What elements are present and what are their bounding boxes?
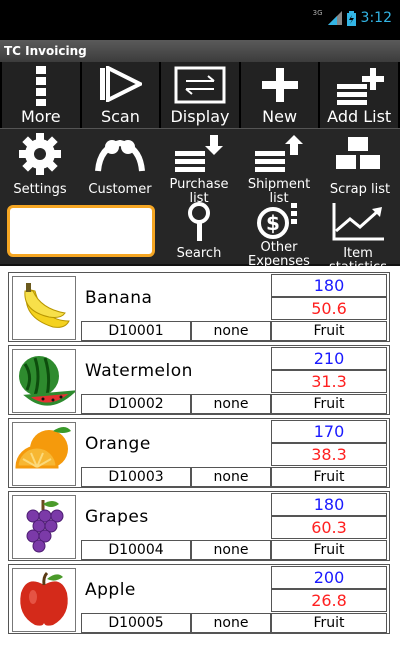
list-item[interactable]: Orange 170 38.3 D10003 none Fruit [8,418,390,488]
settings-label: Settings [13,182,67,197]
item-note: none [191,321,271,341]
item-code: D10002 [81,394,191,414]
item-code: D10003 [81,467,191,487]
item-category: Fruit [271,613,387,633]
app-title: TC Invoicing [0,40,400,62]
purchase-list-icon [175,135,223,172]
scrap-list-label: Scrap list [329,182,391,197]
item-name: Grapes [85,507,149,527]
item-price: 60.3 [271,516,387,539]
item-name: Watermelon [85,361,193,381]
scrap-list-button[interactable]: Scrap list [326,133,394,197]
item-note: none [191,467,271,487]
signal-icon [327,11,342,25]
purchase-list-button[interactable]: Purchase list [164,133,234,206]
item-statistics-button[interactable]: Item statistics [316,201,400,275]
item-category: Fruit [271,321,387,341]
item-quantity: 180 [271,274,387,297]
new-button[interactable]: New [240,62,319,128]
other-expenses-button[interactable]: $ Other Expenses [244,201,314,269]
more-icon [35,66,46,106]
list-item[interactable]: Apple 200 26.8 D10005 none Fruit [8,564,390,634]
item-price: 26.8 [271,589,387,612]
more-button[interactable]: More [2,62,80,128]
customer-icon [95,139,145,172]
banana-icon [12,276,76,340]
line-chart-icon [332,203,384,241]
scan-button[interactable]: Scan [81,62,160,128]
battery-icon [346,10,356,26]
shipment-list-button[interactable]: Shipment list [244,133,314,206]
item-price: 38.3 [271,443,387,466]
scrap-boxes-icon [336,137,380,169]
add-list-icon [337,68,385,105]
item-quantity: 180 [271,493,387,516]
svg-text:$: $ [266,211,280,235]
item-category: Fruit [271,467,387,487]
search-button[interactable]: Search [164,201,234,263]
search-label: Search [176,246,222,261]
list-item[interactable]: Banana 180 50.6 D10001 none Fruit [8,272,390,342]
function-panel: Settings Customer Purchase list Shipment… [0,128,400,275]
apple-icon [12,568,76,632]
item-name: Banana [85,288,153,308]
list-item[interactable]: Grapes 180 60.3 D10004 none Fruit [8,491,390,561]
item-code: D10005 [81,613,191,633]
search-input[interactable] [7,205,155,257]
item-price: 31.3 [271,370,387,393]
scan-label: Scan [100,107,140,126]
item-code: D10004 [81,540,191,560]
orange-icon [12,422,76,486]
plus-icon [261,68,298,102]
other-expenses-label: Other Expenses [248,240,310,269]
grapes-icon [12,495,76,559]
watermelon-icon [12,349,78,413]
display-button[interactable]: Display [161,62,239,128]
item-list: Banana 180 50.6 D10001 none Fruit Waterm… [8,272,390,637]
network-type: 3G [312,9,323,17]
clock: 3:12 [360,10,392,26]
display-swap-icon [174,66,226,104]
add-list-button[interactable]: Add List [320,62,398,128]
item-category: Fruit [271,540,387,560]
more-label: More [20,107,61,126]
item-name: Apple [85,580,136,600]
item-note: none [191,540,271,560]
list-item[interactable]: Watermelon 210 31.3 D10002 none Fruit [8,345,390,415]
customer-label: Customer [88,182,152,197]
item-code: D10001 [81,321,191,341]
display-label: Display [170,107,230,126]
settings-button[interactable]: Settings [8,133,72,197]
dollar-list-icon: $ [257,203,297,239]
item-category: Fruit [271,394,387,414]
item-quantity: 200 [271,566,387,589]
item-name: Orange [85,434,151,454]
item-quantity: 210 [271,347,387,370]
play-icon [100,66,143,102]
add-list-label: Add List [327,107,392,126]
shipment-list-icon [255,135,303,172]
item-statistics-label: Item statistics [329,246,387,275]
item-price: 50.6 [271,297,387,320]
status-bar: 3G 3:12 [0,0,400,40]
item-note: none [191,613,271,633]
item-quantity: 170 [271,420,387,443]
gear-icon [19,133,61,175]
main-toolbar: More Scan Display New Add List [0,62,400,128]
new-label: New [262,107,298,126]
item-note: none [191,394,271,414]
magnifier-icon [188,202,210,241]
customer-button[interactable]: Customer [86,133,154,197]
